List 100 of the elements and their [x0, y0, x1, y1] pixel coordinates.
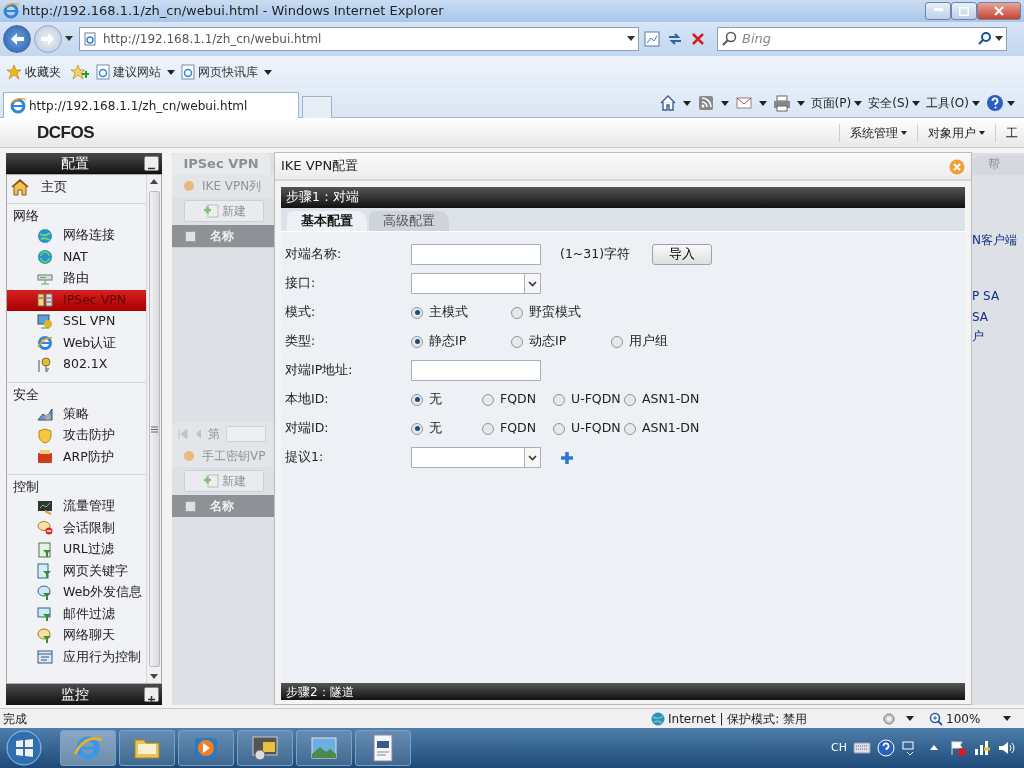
link[interactable]: SA	[972, 308, 989, 326]
close-icon	[994, 6, 1004, 16]
sidebar-item[interactable]: 网络连接	[7, 225, 146, 247]
import-button[interactable]: 导入	[652, 244, 713, 265]
search-input[interactable]: Bing	[740, 28, 970, 50]
radio-button[interactable]	[611, 335, 623, 348]
radio-button[interactable]	[511, 306, 523, 319]
mail-button[interactable]	[734, 94, 767, 112]
radio-button[interactable]	[411, 306, 423, 319]
filter-icon	[37, 606, 53, 623]
taskbar-button[interactable]	[355, 730, 411, 766]
sidebar-item[interactable]: 流量管理	[7, 496, 146, 518]
network-icon[interactable]	[973, 739, 991, 757]
sidebar-item[interactable]: 应用行为控制	[7, 646, 146, 668]
keyboard-icon[interactable]	[853, 739, 871, 757]
sidebar-item[interactable]: 802.1X	[7, 354, 146, 376]
sidebar-item[interactable]: 主页	[7, 175, 146, 199]
collapse-button[interactable]	[144, 156, 159, 171]
start-button[interactable]	[3, 729, 45, 767]
browser-tab[interactable]: http://192.168.1.1/zh_cn/webui.html	[3, 92, 299, 118]
nav-menu[interactable]: 工	[995, 123, 1024, 142]
computer-icon	[37, 313, 53, 330]
sidebar-item[interactable]: 网页关键字	[7, 560, 146, 582]
sidebar-item[interactable]: 网络聊天	[7, 625, 146, 647]
tab[interactable]: 高级配置	[369, 211, 449, 231]
back-button[interactable]	[3, 25, 31, 53]
radio-button[interactable]	[411, 393, 423, 406]
feed-button[interactable]	[696, 94, 729, 112]
link[interactable]: 户	[972, 327, 984, 345]
sidebar-item[interactable]: Web认证	[7, 332, 146, 354]
dropdown[interactable]	[411, 273, 541, 294]
field-label: 提议1:	[285, 448, 325, 467]
zoom-button[interactable]: 100%	[929, 709, 1021, 728]
taskbar-button[interactable]	[296, 730, 352, 766]
flag-icon[interactable]	[949, 739, 967, 757]
sidebar-item[interactable]: 会话限制	[7, 517, 146, 539]
radio-button[interactable]	[553, 393, 565, 406]
radio-button[interactable]	[411, 335, 423, 348]
sidebar-item[interactable]: 攻击防护	[7, 425, 146, 447]
window-title: http://192.168.1.1/zh_cn/webui.html - Windows Internet Explorer	[22, 2, 445, 21]
radio-button[interactable]	[624, 393, 636, 406]
option-label: 静态IP	[429, 332, 467, 351]
sidebar-item[interactable]: Web外发信息	[7, 582, 146, 604]
favorites-link[interactable]: 网页快讯库	[181, 63, 272, 81]
sidebar-item[interactable]: NAT	[7, 246, 146, 268]
scrollbar[interactable]	[146, 175, 161, 683]
maximize-button[interactable]	[951, 2, 977, 20]
input-field[interactable]	[411, 360, 541, 381]
taskbar-button[interactable]	[119, 730, 175, 766]
radio-button[interactable]	[482, 422, 494, 435]
favorites-link[interactable]: 建议网站	[96, 63, 175, 81]
home-button[interactable]	[658, 94, 691, 112]
option-label: 野蛮模式	[529, 303, 581, 322]
tab[interactable]: 基本配置	[287, 211, 367, 231]
forward-button[interactable]	[34, 25, 62, 53]
checkbox[interactable]	[185, 230, 196, 242]
sidebar-item[interactable]: 邮件过滤	[7, 603, 146, 625]
dialog-title: IKE VPN配置	[281, 157, 360, 176]
search-field[interactable]: Bing	[717, 27, 1007, 51]
command-menu[interactable]: 页面(P)	[810, 94, 863, 112]
field-label: 模式:	[285, 303, 317, 322]
taskbar-button[interactable]	[237, 730, 293, 766]
nav-menu[interactable]: 对象用户	[917, 123, 995, 142]
page-number-field[interactable]	[226, 426, 266, 442]
link[interactable]: N客户端	[972, 231, 1017, 249]
filter-icon	[37, 627, 53, 644]
link[interactable]: P SA	[972, 287, 1000, 305]
help-button[interactable]	[986, 94, 1015, 112]
radio-button[interactable]	[511, 335, 523, 348]
minimize-button[interactable]	[925, 2, 951, 20]
first-page-icon	[178, 428, 188, 440]
field-label: 对端名称:	[285, 245, 343, 264]
radio-button[interactable]	[482, 393, 494, 406]
radio-button[interactable]	[624, 422, 636, 435]
monitor-icon	[37, 498, 53, 515]
dropdown[interactable]	[411, 447, 541, 468]
radio-button[interactable]	[553, 422, 565, 435]
sidebar-item[interactable]: URL过滤	[7, 539, 146, 561]
speaker-icon[interactable]	[997, 739, 1015, 757]
close-button[interactable]	[977, 2, 1021, 20]
sidebar-item[interactable]: 策略	[7, 403, 146, 425]
expand-button[interactable]	[144, 687, 159, 702]
checkbox[interactable]	[185, 500, 196, 512]
help-icon[interactable]	[877, 739, 895, 757]
address-field[interactable]: http://192.168.1.1/zh_cn/webui.html	[79, 27, 639, 51]
field-label: 本地ID:	[285, 390, 330, 409]
add-icon[interactable]	[561, 451, 573, 464]
print-button[interactable]	[772, 94, 805, 112]
command-menu[interactable]: 安全(S)	[868, 94, 921, 112]
sidebar-item[interactable]: SSL VPN	[7, 311, 146, 333]
zoom-icon	[929, 711, 943, 726]
command-menu[interactable]: 工具(O)	[926, 94, 980, 112]
sidebar-item[interactable]: 路由	[7, 268, 146, 290]
radio-button[interactable]	[411, 422, 423, 435]
language-indicator[interactable]: CH	[831, 739, 847, 757]
add-icon	[202, 473, 219, 489]
favorites-button[interactable]: 收藏夹	[6, 63, 61, 81]
input-field[interactable]	[411, 244, 541, 265]
sidebar-item[interactable]: ARP防护	[7, 446, 146, 468]
nav-menu[interactable]: 系统管理	[839, 123, 917, 142]
